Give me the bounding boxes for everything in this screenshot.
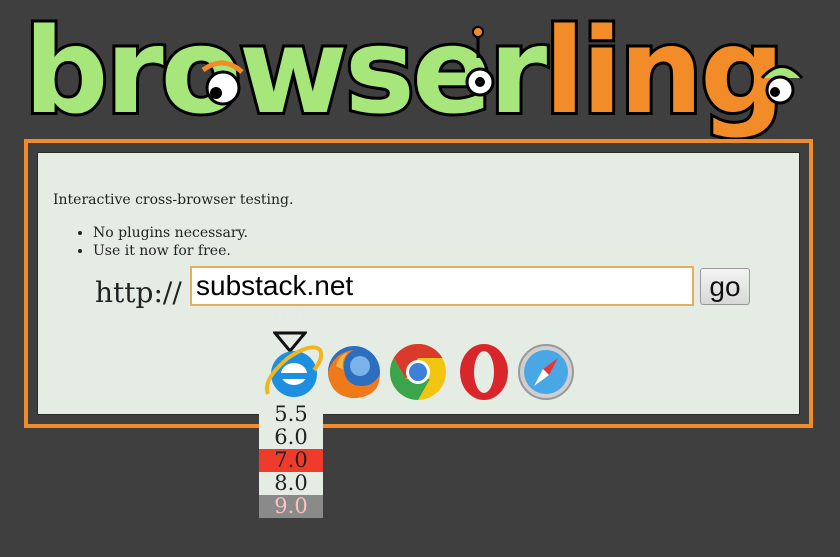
selected-version-label: 9.0 bbox=[273, 307, 307, 331]
tagline: Interactive cross-browser testing. bbox=[53, 192, 294, 208]
logo-text-ling: ling bbox=[544, 2, 781, 140]
feature-item: Use it now for free. bbox=[93, 242, 248, 260]
logo-eye-g-icon bbox=[760, 65, 804, 105]
version-item-9-0[interactable]: 9.0 bbox=[259, 495, 323, 518]
firefox-icon[interactable] bbox=[322, 340, 386, 404]
version-list: 5.5 6.0 7.0 8.0 9.0 bbox=[259, 403, 323, 518]
version-item-5-5[interactable]: 5.5 bbox=[259, 403, 323, 426]
browserling-logo: browserling bbox=[21, 0, 804, 143]
opera-icon[interactable] bbox=[452, 340, 516, 404]
version-item-6-0[interactable]: 6.0 bbox=[259, 426, 323, 449]
go-button[interactable]: go bbox=[700, 268, 750, 305]
ie-icon[interactable] bbox=[260, 340, 324, 404]
safari-icon[interactable] bbox=[514, 340, 578, 404]
url-input[interactable] bbox=[190, 266, 694, 306]
version-item-8-0[interactable]: 8.0 bbox=[259, 472, 323, 495]
logo-text-browser: browser bbox=[24, 2, 547, 140]
svg-text:browserling: browserling bbox=[24, 2, 782, 140]
feature-item: No plugins necessary. bbox=[93, 224, 248, 242]
feature-list: No plugins necessary. Use it now for fre… bbox=[53, 224, 248, 260]
chrome-icon[interactable] bbox=[386, 340, 450, 404]
version-item-7-0[interactable]: 7.0 bbox=[259, 449, 323, 472]
url-prefix: http:// bbox=[95, 276, 182, 309]
